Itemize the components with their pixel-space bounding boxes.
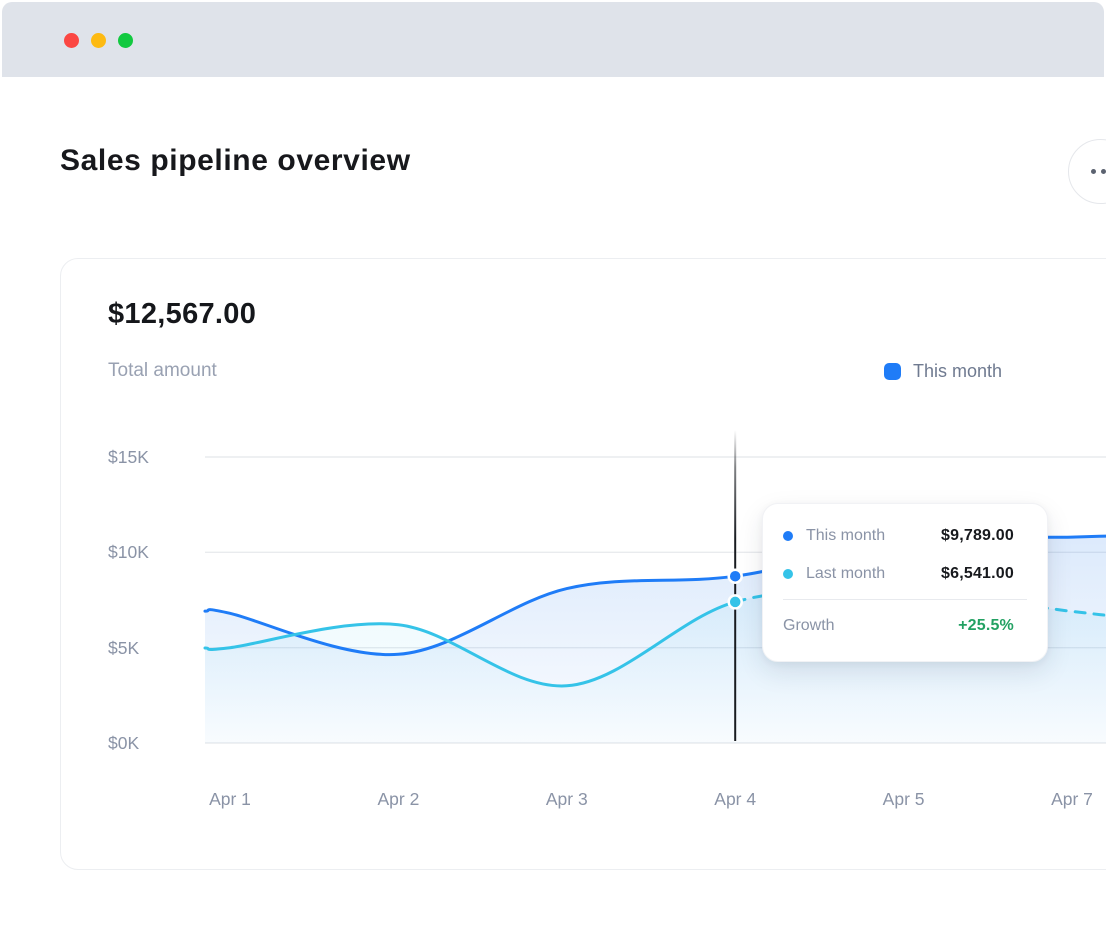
tooltip-growth-row: Growth +25.5% — [783, 613, 1027, 639]
tooltip-row: This month $9,789.00 — [783, 521, 1027, 551]
x-axis-label: Apr 7 — [1027, 789, 1106, 810]
window-titlebar — [2, 2, 1104, 77]
tooltip-divider — [783, 599, 1027, 600]
x-axis-label: Apr 5 — [859, 789, 949, 810]
legend-label: This month — [913, 361, 1002, 382]
growth-value: +25.5% — [958, 617, 1027, 635]
tooltip-series-value: $6,541.00 — [941, 565, 1027, 583]
tooltip-series-label: Last month — [806, 565, 941, 583]
ellipsis-icon — [1091, 169, 1096, 174]
tooltip-series-value: $9,789.00 — [941, 527, 1027, 545]
x-axis-label: Apr 1 — [185, 789, 275, 810]
x-axis-label: Apr 2 — [353, 789, 443, 810]
y-axis-label: $5K — [108, 636, 139, 660]
app-window: Sales pipeline overview $12,567.00 Total… — [0, 0, 1106, 932]
tooltip-row: Last month $6,541.00 — [783, 559, 1027, 589]
tooltip-series-label: This month — [806, 527, 941, 545]
y-axis-label: $15K — [108, 445, 149, 469]
chart-tooltip: This month $9,789.00 Last month $6,541.0… — [762, 503, 1048, 662]
y-axis-label: $10K — [108, 540, 149, 564]
legend-swatch-icon — [884, 363, 901, 380]
x-axis-label: Apr 4 — [690, 789, 780, 810]
page-title: Sales pipeline overview — [60, 144, 411, 178]
y-axis-label: $0K — [108, 731, 139, 755]
legend[interactable]: This month — [884, 361, 1002, 382]
total-amount-value: $12,567.00 — [108, 298, 256, 331]
this-month-dot-icon — [783, 531, 793, 541]
last-month-dot-icon — [783, 569, 793, 579]
x-axis-label: Apr 3 — [522, 789, 612, 810]
growth-label: Growth — [783, 617, 958, 635]
more-options-button[interactable] — [1068, 139, 1106, 204]
maximize-button[interactable] — [118, 33, 133, 48]
total-amount-label: Total amount — [108, 360, 217, 382]
minimize-button[interactable] — [91, 33, 106, 48]
ellipsis-icon — [1101, 169, 1106, 174]
close-button[interactable] — [64, 33, 79, 48]
